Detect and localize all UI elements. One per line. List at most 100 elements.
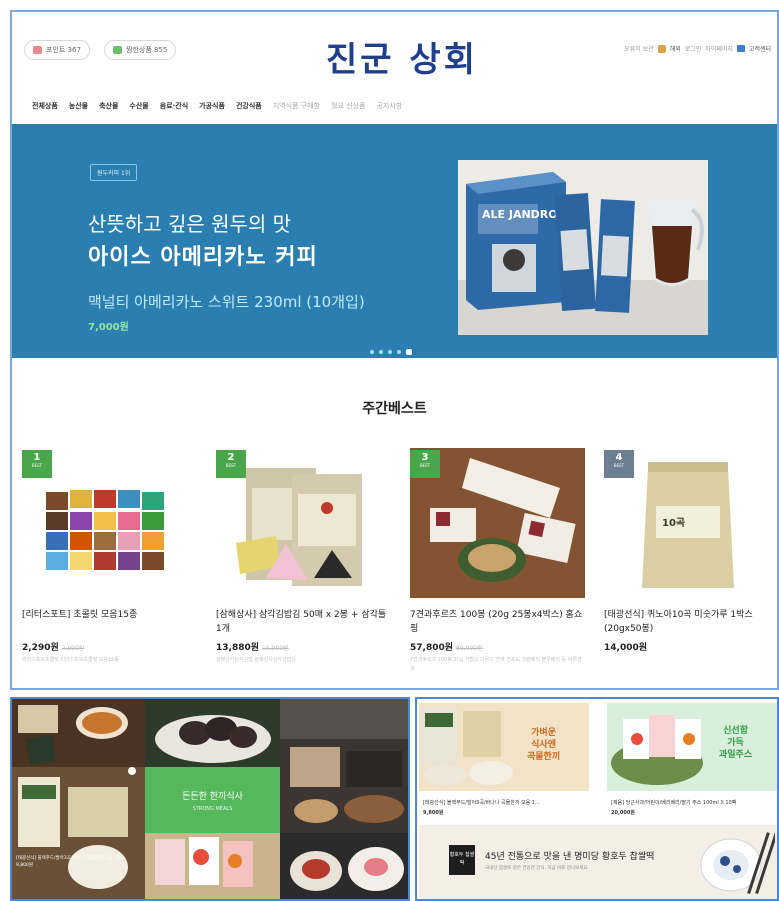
- banner-subline: 국내산 찹쌀로 만든 건강한 간식, 지금 바로 만나보세요: [485, 866, 588, 871]
- promo-card-grain[interactable]: 가벼운 식사엔 곡물한끼 [태광선식] 블랙푸드/발아3곡/바나나 곡물한끼 모…: [419, 703, 589, 825]
- shop-main-page: 포인트 367 찜한상품 855 진군 상회 오류이 보관 해외 로그인 마이페…: [10, 10, 779, 690]
- price-value: 57,800원: [410, 643, 454, 653]
- price-value: 14,000원: [604, 643, 648, 653]
- rank-badge: 1 BEST: [22, 450, 52, 478]
- hero-banner[interactable]: 원두커피 1위 산뜻하고 깊은 원두의 맛 아이스 아메리카노 커피 맥널티 아…: [12, 124, 777, 358]
- carousel-dot-active[interactable]: [406, 349, 412, 355]
- util-bookmark[interactable]: 오류이 보관: [624, 44, 654, 53]
- collage-tile-bakery: [280, 699, 408, 833]
- nav-item-local[interactable]: 지역식품 구매함: [273, 101, 320, 111]
- product-card[interactable]: 1 BEST [리터스포트] 초콜릿 모음15종 2,290원 2,900원 리터…: [22, 448, 197, 688]
- nav-item-notice[interactable]: 공지사항: [376, 101, 402, 111]
- nav-item-all[interactable]: 전체상품: [32, 101, 58, 111]
- box-icon: [657, 44, 666, 53]
- collage-tile-dessert: [280, 833, 408, 899]
- carousel-dot[interactable]: [388, 350, 392, 354]
- promo-card-name[interactable]: [제움] 당근사과/어린이/베리베리/딸기 주스 100ml X 10팩: [611, 799, 736, 806]
- carousel-dot[interactable]: [397, 350, 401, 354]
- points-pill[interactable]: 포인트 367: [24, 40, 90, 60]
- svg-text:10곡: 10곡: [662, 517, 685, 529]
- rank-number: 4: [615, 452, 623, 463]
- collage-green-sub: STRONG MEALS: [192, 806, 233, 812]
- collage-tile-food: [12, 699, 145, 767]
- carousel-dot[interactable]: [370, 350, 374, 354]
- rank-label: BEST: [31, 463, 43, 468]
- carousel-dots: [370, 349, 412, 355]
- util-mypage[interactable]: 마이페이지: [705, 44, 733, 53]
- product-card[interactable]: 2 BEST [삼해상사] 삼각김밥김 50매 x 2봉 + 삼각틀 1개 13…: [216, 448, 391, 688]
- rank-badge: 2 BEST: [216, 450, 246, 478]
- carousel-dot[interactable]: [379, 350, 383, 354]
- nav-item-processed[interactable]: 가공식품: [199, 101, 225, 111]
- product-price: 2,290원 2,900원: [22, 640, 84, 653]
- overlay-line: 과일주스: [719, 750, 753, 760]
- rank-number: 2: [227, 452, 235, 463]
- promo-right-panel: 가벼운 식사엔 곡물한끼 [태광선식] 블랙푸드/발아3곡/바나나 곡물한끼 모…: [415, 697, 779, 901]
- product-desc: 삼해상사삼각김밥 삼해상사삼각김밥김: [216, 657, 296, 663]
- rank-number: 1: [33, 452, 41, 463]
- weekly-best-title: 주간베스트: [362, 401, 427, 417]
- promo-card-image[interactable]: 신선함 가득 과일주스: [607, 703, 777, 791]
- product-price: 57,800원 89,000원: [410, 640, 483, 653]
- overlay-line: 식사엔: [531, 740, 556, 750]
- product-name[interactable]: [삼해상사] 삼각김밥김 50매 x 2봉 + 삼각틀 1개: [216, 608, 391, 636]
- product-price: 14,000원: [604, 640, 650, 653]
- collage-tile-juice: [145, 833, 280, 899]
- price-value: 13,880원: [216, 643, 260, 653]
- collage-tile-grain: [12, 767, 145, 899]
- brand-logo: 황호두 찹쌀떡: [449, 845, 475, 875]
- product-name[interactable]: 7견과후르츠 100봉 (20g 25봉x4박스) 홈쇼핑: [410, 608, 585, 636]
- old-price: 2,900원: [61, 645, 85, 652]
- wishlist-pill[interactable]: 찜한상품 855: [104, 40, 177, 60]
- banner-title: 아이스 아메리카노 커피: [88, 245, 318, 270]
- product-desc: 7견과후르츠 100봉 20g 가볍고 아몬드 견과 건포도 크랜베리 블루베리…: [410, 657, 582, 672]
- rank-label: BEST: [613, 463, 625, 468]
- product-price: 13,880원 15,000원: [216, 640, 289, 653]
- nav-item-drinks[interactable]: 음료·간식: [160, 101, 188, 111]
- promo-card-juice[interactable]: 신선함 가득 과일주스 [제움] 당근사과/어린이/베리베리/딸기 주스 100…: [607, 703, 777, 825]
- product-name[interactable]: [리터스포트] 초콜릿 모음15종: [22, 608, 197, 622]
- category-nav: 전체상품 농산물 축산물 수산물 음료·간식 가공식품 건강식품 지역식품 구매…: [12, 90, 777, 122]
- banner-subtitle: 산뜻하고 깊은 원두의 맛: [88, 212, 292, 236]
- nav-item-new[interactable]: 월요 신상품: [331, 101, 365, 111]
- promo-collage[interactable]: 든든한 한끼식사 STRONG MEALS [태광선식] 블랙푸드/발아3곡/바…: [10, 697, 410, 901]
- overlay-line: 가득: [727, 738, 744, 748]
- thumb-icon: [736, 45, 745, 52]
- rank-badge: 4 BEST: [604, 450, 634, 478]
- heart-icon: [113, 46, 122, 54]
- promo-overlay-juice: 신선함 가득 과일주스: [719, 725, 752, 761]
- rank-label: BEST: [419, 463, 431, 468]
- walnut-cake-banner[interactable]: 황호두 찹쌀떡 45년 전통으로 맛을 낸 명미당 황호두 찹쌀떡 국내산 찹쌀…: [419, 825, 777, 899]
- promo-card-image[interactable]: 가벼운 식사엔 곡물한끼: [419, 703, 589, 791]
- nav-item-health[interactable]: 건강식품: [236, 101, 262, 111]
- promo-card-price: 20,000원: [611, 810, 635, 816]
- banner-price: 7,000원: [88, 322, 129, 333]
- nav-item-seafood[interactable]: 수산물: [129, 101, 148, 111]
- points-label: 포인트 367: [46, 46, 81, 54]
- collage-tile-rice: [145, 699, 280, 767]
- collage-caption: [태광선식] 블랙푸드/발아3곡/바나나 곡물한끼 모음 1박스 9,800원: [16, 855, 141, 869]
- old-price: 15,000원: [262, 645, 289, 652]
- banner-badge: 원두커피 1위: [90, 164, 138, 181]
- rank-badge: 3 BEST: [410, 450, 440, 478]
- promo-overlay-grain: 가벼운 식사엔 곡물한끼: [527, 727, 560, 763]
- overlay-line: 곡물한끼: [527, 752, 561, 762]
- util-cs[interactable]: 고객센터: [749, 44, 771, 53]
- banner-product-name: 맥널티 아메리카노 스위트 230ml (10개입): [88, 293, 365, 311]
- rank-label: BEST: [225, 463, 237, 468]
- rank-number: 3: [421, 452, 429, 463]
- collage-green-tile[interactable]: 든든한 한끼식사 STRONG MEALS: [145, 767, 280, 833]
- promo-card-name[interactable]: [태광선식] 블랙푸드/발아3곡/바나나 곡물한끼 모음 1...: [423, 799, 540, 806]
- product-desc: 리터스포트초콜릿 리터스포트초콜릿 모음15종: [22, 657, 119, 663]
- product-name[interactable]: [태광선식] 퀴노아10곡 미숫가루 1박스 (20gx50봉): [604, 608, 777, 636]
- collage-caption-price: 9,800원: [16, 863, 34, 868]
- util-overseas[interactable]: 해외: [670, 44, 681, 53]
- product-card[interactable]: 10곡 4 BEST [태광선식] 퀴노아10곡 미숫가루 1박스 (20gx5…: [604, 448, 777, 688]
- nav-item-meat[interactable]: 축산물: [99, 101, 118, 111]
- product-card[interactable]: 3 BEST 7견과후르츠 100봉 (20g 25봉x4박스) 홈쇼핑 57,…: [410, 448, 585, 688]
- site-logo[interactable]: 진군 상회: [282, 32, 522, 81]
- nav-item-farm[interactable]: 농산물: [69, 101, 88, 111]
- old-price: 89,000원: [456, 645, 483, 652]
- coupon-icon: [33, 46, 42, 54]
- util-login[interactable]: 로그인: [685, 44, 702, 53]
